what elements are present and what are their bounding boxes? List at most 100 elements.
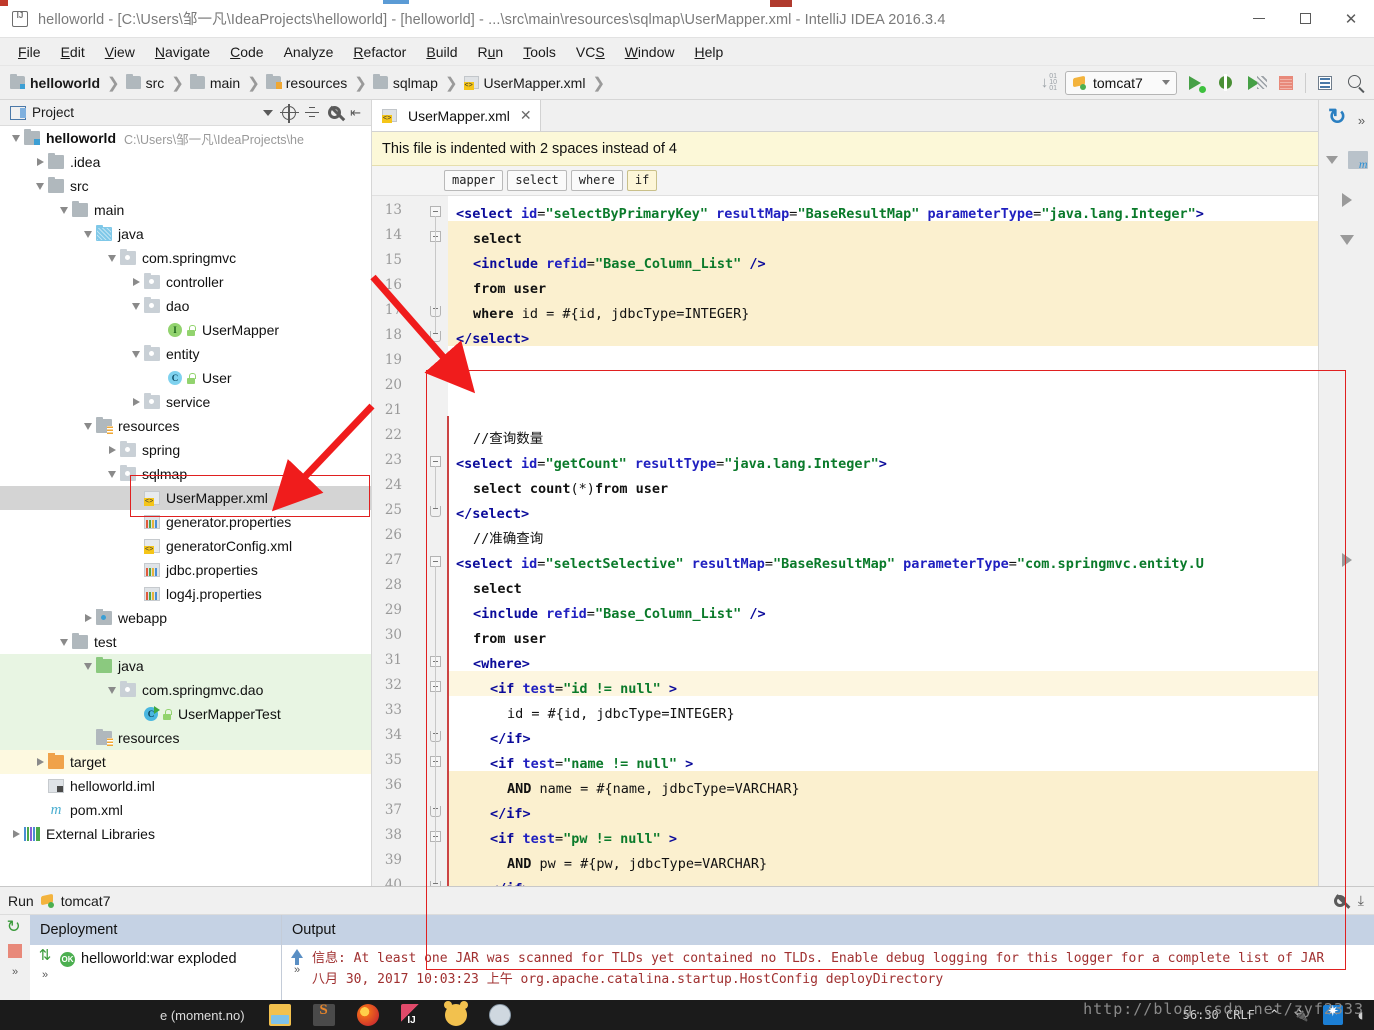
tree-item-spring[interactable]: spring [0,438,371,462]
tree-item-entity[interactable]: entity [0,342,371,366]
menu-file[interactable]: File [8,42,51,62]
tree-toggle-expand-icon[interactable] [128,394,144,410]
tree-toggle-collapse-icon[interactable] [104,682,120,698]
firefox-icon[interactable] [356,1004,379,1026]
code-line[interactable]: <include refid="Base_Column_List" /> [448,602,766,627]
code-line[interactable]: </if> [448,727,531,752]
output-body[interactable]: » 信息: At least one JAR was scanned for T… [282,945,1374,1000]
tree-item-pom-xml[interactable]: m pom.xml [0,798,371,822]
code-line[interactable] [448,402,456,427]
tree-item-target[interactable]: target [0,750,371,774]
menu-analyze[interactable]: Analyze [274,42,344,62]
menu-navigate[interactable]: Navigate [145,42,220,62]
menu-vcs[interactable]: VCS [566,42,615,62]
code-line[interactable]: id = #{id, jdbcType=INTEGER} [448,702,735,727]
tree-toggle-collapse-icon[interactable] [56,634,72,650]
code-line[interactable]: <select id="selectByPrimaryKey" resultMa… [448,202,1204,227]
tree-toggle-collapse-icon[interactable] [80,226,96,242]
play-icon[interactable] [1341,193,1352,207]
tree-toggle-expand-icon[interactable] [104,442,120,458]
tree-item-usermapper[interactable]: I UserMapper [0,318,371,342]
tree-toggle-collapse-icon[interactable] [56,202,72,218]
code-line[interactable]: <if test="pw != null" > [448,827,677,852]
minimize-button[interactable] [1236,0,1282,38]
avatar-icon[interactable] [488,1004,511,1026]
tree-item-src[interactable]: src [0,174,371,198]
breadcrumb-item-src[interactable]: src [125,74,164,91]
tree-toggle-collapse-icon[interactable] [128,346,144,362]
code-line[interactable]: AND name = #{name, jdbcType=VARCHAR} [448,777,800,802]
code-line[interactable]: </select> [448,502,529,527]
menu-run[interactable]: Run [467,42,513,62]
tree-item-java[interactable]: java [0,654,371,678]
refresh-icon[interactable] [1328,104,1348,130]
tree-item-com-springmvc-dao[interactable]: com.springmvc.dao [0,678,371,702]
tree-toggle-collapse-icon[interactable] [104,250,120,266]
code-line[interactable]: <select id="selectSelective" resultMap="… [448,552,1204,577]
breadcrumb-item-helloworld[interactable]: helloworld [10,74,100,91]
maven-projects-icon[interactable] [1347,151,1368,172]
tree-item-jdbc-properties[interactable]: jdbc.properties [0,558,371,582]
hide-icon[interactable]: ⤓ [1358,892,1364,909]
close-button[interactable]: ✕ [1328,0,1374,38]
gear-icon[interactable] [1333,894,1346,907]
code-line[interactable]: </select> [448,327,529,352]
folder-icon[interactable] [268,1004,291,1026]
hide-icon[interactable]: ⇤ [350,105,361,121]
menu-window[interactable]: Window [615,42,685,62]
tree-item-resources[interactable]: resources [0,726,371,750]
structure-chip-where[interactable]: where [570,170,623,191]
menu-tools[interactable]: Tools [513,42,566,62]
scroll-up-icon[interactable] [291,949,303,965]
stop-button[interactable] [1275,72,1297,94]
code-line[interactable]: <where> [448,652,530,677]
tree-item-test[interactable]: test [0,630,371,654]
code-line[interactable]: select [448,577,522,602]
menu-refactor[interactable]: Refactor [343,42,416,62]
menu-build[interactable]: Build [416,42,467,62]
tree-toggle-collapse-icon[interactable] [80,418,96,434]
more-icon[interactable]: » [12,966,18,978]
code-line[interactable]: <if test="id != null" > [448,677,677,702]
tree-toggle-collapse-icon[interactable] [80,658,96,674]
code-line[interactable]: from user [448,627,546,652]
debug-button[interactable] [1215,72,1237,94]
breadcrumb-item-sqlmap[interactable]: sqlmap [372,74,438,91]
run-configuration-selector[interactable]: tomcat7 [1065,70,1177,95]
close-icon[interactable]: ✕ [520,107,532,124]
sync-icon[interactable]: ⇅ [39,948,52,963]
expand-icon[interactable]: » [1358,113,1365,128]
menu-code[interactable]: Code [220,42,273,62]
play-icon[interactable] [1341,553,1352,567]
code-line[interactable]: select [448,227,522,252]
tree-item-java[interactable]: java [0,222,371,246]
tree-toggle-expand-icon[interactable] [80,610,96,626]
editor-gutter[interactable]: 13 14 15 16 17 18 19 20 21 22 23 24 25 26 27 28 29 30 31 32… [372,196,448,886]
tree-item-usermapper-xml[interactable]: UserMapper.xml [0,486,371,510]
structure-chip-mapper[interactable]: mapper [444,170,504,191]
collapse-icon[interactable] [1339,235,1354,245]
project-tree[interactable]: helloworld C:\Users\邹一凡\IdeaProjects\he .i… [0,126,371,886]
tree-toggle-collapse-icon[interactable] [104,466,120,482]
database-button[interactable] [1314,72,1336,94]
search-everywhere-button[interactable] [1344,72,1366,94]
tree-item-service[interactable]: service [0,390,371,414]
tree-toggle-collapse-icon[interactable] [128,298,144,314]
code-line[interactable] [448,377,456,402]
tree-toggle-expand-icon[interactable] [8,826,24,842]
menu-edit[interactable]: Edit [51,42,95,62]
tree-item-usermappertest[interactable]: C UserMapperTest [0,702,371,726]
tree-toggle-collapse-icon[interactable] [8,130,24,146]
run-with-coverage-button[interactable] [1245,72,1267,94]
tree-toggle-expand-icon[interactable] [32,154,48,170]
intellij-idea-icon[interactable] [400,1004,423,1026]
breadcrumb-item-usermapper-xml[interactable]: UserMapper.xml [463,75,585,91]
structure-chip-if[interactable]: if [626,170,658,191]
code-line[interactable]: </if> [448,877,531,886]
code-line[interactable]: from user [448,277,546,302]
code-line[interactable]: </if> [448,802,531,827]
deployment-item[interactable]: OK helloworld:war exploded [60,945,237,967]
tree-item-helloworld-iml[interactable]: helloworld.iml [0,774,371,798]
tree-item-controller[interactable]: controller [0,270,371,294]
tree-item-generatorconfig-xml[interactable]: generatorConfig.xml [0,534,371,558]
